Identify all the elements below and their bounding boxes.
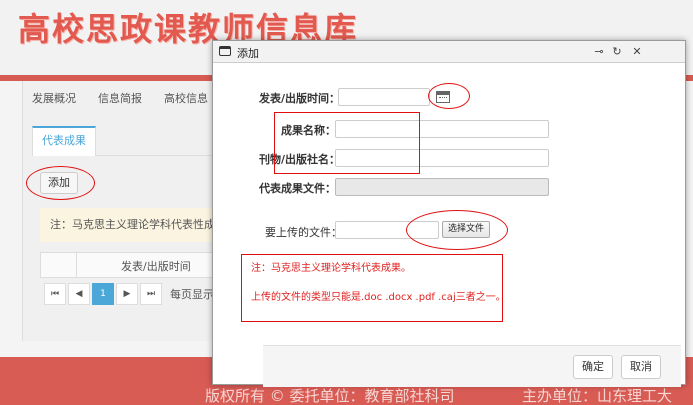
pin-icon[interactable]: ⊸ (591, 44, 607, 60)
table-header-publish-time: 发表/出版时间 (121, 260, 191, 273)
tab-bar: 代表成果 (32, 126, 222, 156)
table-header: 发表/出版时间 (40, 252, 222, 278)
notice-bar: 注：马克思主义理论学科代表性成果 (40, 208, 222, 242)
table-header-checkbox-col (41, 253, 77, 277)
nav-item-overview[interactable]: 发展概况 (32, 90, 76, 112)
annotation-circle-add (26, 166, 95, 200)
window-icon (219, 46, 231, 56)
dialog-titlebar[interactable]: 添加 ⊸ ↻ ✕ (213, 41, 685, 63)
upload-label: 要上传的文件： (265, 226, 342, 239)
pager-next-button[interactable]: ▶ (116, 283, 138, 305)
pager-per-page-label: 每页显示 (170, 288, 214, 301)
nav-item-briefing[interactable]: 信息简报 (98, 90, 142, 112)
annotation-circle-calendar (428, 83, 470, 109)
confirm-button[interactable]: 确定 (573, 355, 613, 379)
add-dialog: 添加 ⊸ ↻ ✕ 发表/出版时间： 成果名称： 刊物/出版社名： 代表成果文件：… (212, 40, 686, 387)
pager-last-button[interactable]: ⏭ (140, 283, 162, 305)
pager: ⏮ ◀ 1 ▶ ⏭ 每页显示 (44, 283, 214, 305)
publish-time-label: 发表/出版时间： (259, 92, 341, 105)
dialog-footer: 确定 取消 (263, 345, 681, 387)
pager-first-button[interactable]: ⏮ (44, 283, 66, 305)
close-icon[interactable]: ✕ (629, 44, 645, 60)
footer-host: 主办单位：山东理工大 (522, 387, 673, 405)
dialog-title: 添加 (237, 47, 259, 60)
publish-time-input[interactable] (338, 88, 430, 106)
footer-copyright: 版权所有 © 委托单位：教育部社科司 (205, 387, 455, 405)
pager-prev-button[interactable]: ◀ (68, 283, 90, 305)
top-nav: 发展概况 信息简报 高校信息 (32, 90, 208, 112)
note-line-2: 上传的文件的类型只能是.doc .docx .pdf .caj三者之一。 (251, 292, 506, 303)
nav-item-school-info[interactable]: 高校信息 (164, 90, 208, 112)
note-line-1: 注：马克思主义理论学科代表成果。 (251, 263, 411, 274)
refresh-icon[interactable]: ↻ (609, 44, 625, 60)
result-file-label: 代表成果文件： (259, 182, 336, 195)
annotation-box-fields (274, 112, 420, 174)
result-file-display (335, 178, 549, 196)
cancel-button[interactable]: 取消 (621, 355, 661, 379)
pager-current-page[interactable]: 1 (92, 283, 114, 305)
tab-representative-results[interactable]: 代表成果 (32, 126, 96, 156)
annotation-circle-upload (406, 210, 508, 250)
